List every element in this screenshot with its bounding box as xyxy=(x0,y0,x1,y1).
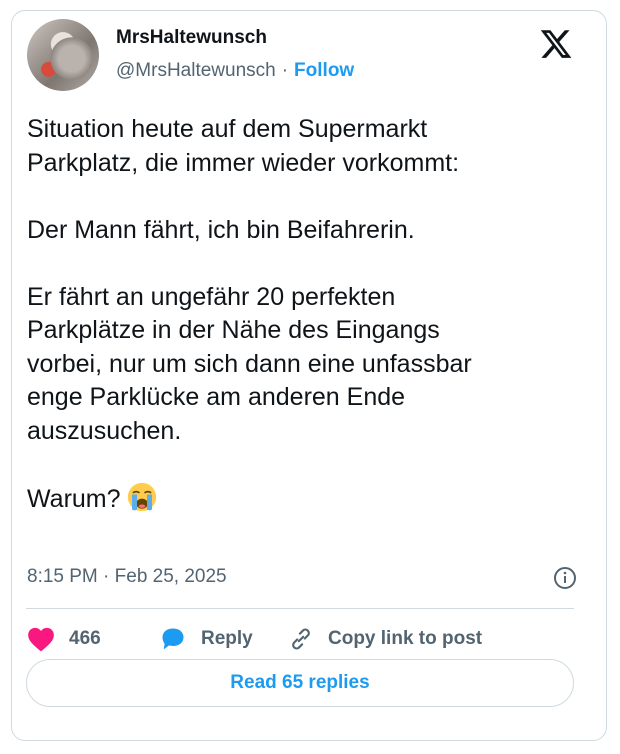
read-replies-button[interactable]: Read 65 replies xyxy=(26,659,574,707)
follow-button[interactable]: Follow xyxy=(294,60,354,81)
avatar[interactable] xyxy=(27,19,99,91)
like-count: 466 xyxy=(69,628,101,649)
link-icon xyxy=(292,628,310,650)
author-handle[interactable]: @MrsHaltewunsch xyxy=(116,60,276,81)
heart-icon xyxy=(28,627,54,652)
author-name[interactable]: MrsHaltewunsch xyxy=(116,27,267,49)
like-button[interactable]: 466 xyxy=(27,625,101,653)
divider xyxy=(26,608,574,609)
copy-link-button[interactable]: Copy link to post xyxy=(288,625,482,653)
tweet-text: Situation heute auf dem Supermarkt Parkp… xyxy=(27,115,472,513)
tweet-text-block: Situation heute auf dem Supermarkt Parkp… xyxy=(27,113,587,516)
info-icon[interactable] xyxy=(553,566,577,590)
reply-button[interactable]: Reply xyxy=(159,625,253,653)
tweet-timestamp[interactable]: 8:15 PM · Feb 25, 2025 xyxy=(27,566,227,588)
read-replies-label: Read 65 replies xyxy=(230,672,370,693)
copy-link-label: Copy link to post xyxy=(328,628,483,649)
reply-label: Reply xyxy=(201,628,253,649)
crying-face-emoji-icon xyxy=(128,482,157,511)
reply-bubble-icon xyxy=(162,628,184,650)
author-handle-row: @MrsHaltewunsch · Follow xyxy=(116,60,354,82)
x-logo-icon[interactable] xyxy=(539,27,573,61)
separator-dot: · xyxy=(281,60,289,81)
